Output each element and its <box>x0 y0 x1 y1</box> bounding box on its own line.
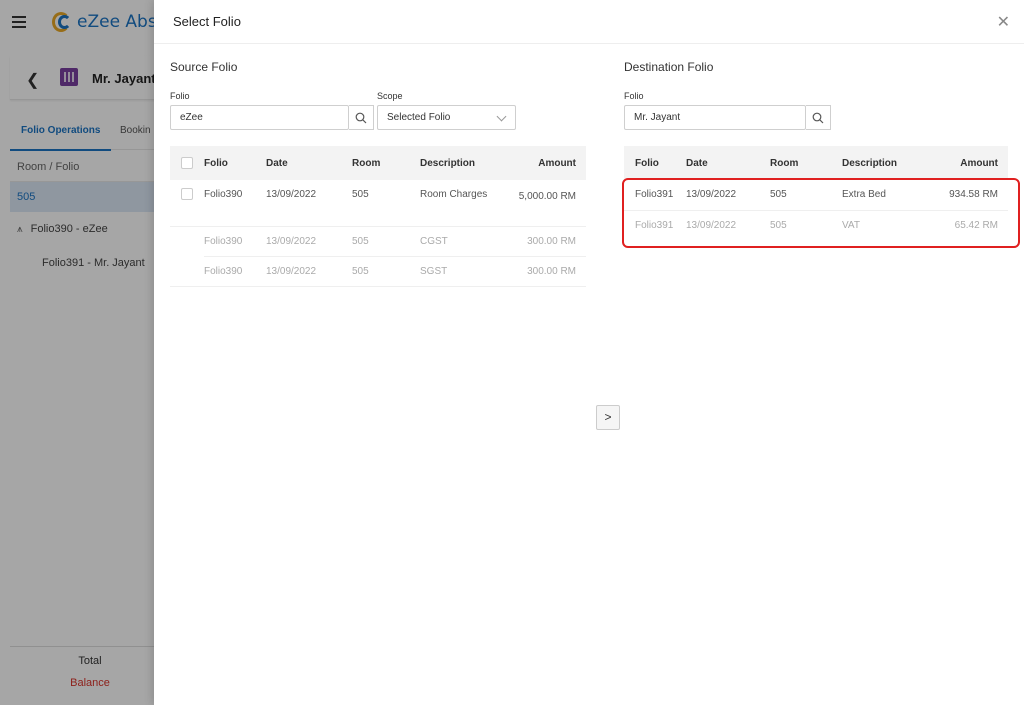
destination-folio-search-button[interactable] <box>806 105 831 130</box>
cell-date: 13/09/2022 <box>266 256 352 287</box>
scope-select[interactable]: Selected Folio <box>377 105 516 130</box>
cell-description: SGST <box>420 256 516 287</box>
source-charges-table: Folio Date Room Description Amount Folio… <box>170 146 586 287</box>
row-checkbox[interactable] <box>181 188 193 200</box>
search-icon <box>812 112 824 124</box>
col-date: Date <box>266 146 352 180</box>
select-all-checkbox[interactable] <box>181 157 193 169</box>
search-icon <box>355 112 367 124</box>
col-amount: Amount <box>516 146 586 180</box>
col-date: Date <box>686 146 770 180</box>
scope-label: Scope <box>377 91 403 101</box>
cell-room: 505 <box>352 256 420 287</box>
source-folio-value: eZee <box>180 112 203 123</box>
cell-folio: Folio390 <box>204 226 266 257</box>
highlight-annotation <box>622 178 1020 248</box>
cell-amount: 300.00 RM <box>516 226 586 257</box>
cell-folio: Folio390 <box>204 256 266 287</box>
table-row: Folio390 13/09/2022 505 CGST 300.00 RM <box>170 226 586 257</box>
cell-amount: 5,000.00 RM <box>516 180 586 227</box>
destination-folio-value: Mr. Jayant <box>634 112 681 123</box>
dialog-title: Select Folio <box>173 14 241 29</box>
close-icon[interactable]: ✕ <box>997 12 1010 32</box>
destination-folio-label: Folio <box>624 91 644 101</box>
col-folio: Folio <box>204 146 266 180</box>
cell-amount: 300.00 RM <box>516 256 586 287</box>
destination-folio-input[interactable]: Mr. Jayant <box>624 105 806 130</box>
select-folio-dialog: Select Folio ✕ Source Folio Folio eZee S… <box>154 0 1024 705</box>
cell-date: 13/09/2022 <box>266 226 352 257</box>
source-folio-search-button[interactable] <box>349 105 374 130</box>
table-row: Folio390 13/09/2022 505 SGST 300.00 RM <box>170 256 586 287</box>
table-row[interactable]: Folio390 13/09/2022 505 Room Charges 5,0… <box>170 180 586 227</box>
col-amount: Amount <box>938 146 1008 180</box>
col-description: Description <box>842 146 938 180</box>
source-folio-title: Source Folio <box>170 60 238 74</box>
move-to-destination-button[interactable]: > <box>596 405 620 430</box>
col-room: Room <box>352 146 420 180</box>
col-folio: Folio <box>624 146 686 180</box>
cell-description: CGST <box>420 226 516 257</box>
source-folio-label: Folio <box>170 91 190 101</box>
col-description: Description <box>420 146 516 180</box>
cell-room: 505 <box>352 226 420 257</box>
source-folio-input[interactable]: eZee <box>170 105 349 130</box>
destination-folio-title: Destination Folio <box>624 60 714 74</box>
table-header-row: Folio Date Room Description Amount <box>170 146 586 180</box>
cell-room: 505 <box>352 180 420 227</box>
cell-date: 13/09/2022 <box>266 180 352 227</box>
col-room: Room <box>770 146 842 180</box>
cell-folio: Folio390 <box>204 180 266 227</box>
dialog-header: Select Folio ✕ <box>154 0 1024 44</box>
chevron-down-icon <box>496 111 507 122</box>
cell-description: Room Charges <box>420 180 516 227</box>
scope-value: Selected Folio <box>387 112 451 123</box>
table-header-row: Folio Date Room Description Amount <box>624 146 1008 180</box>
